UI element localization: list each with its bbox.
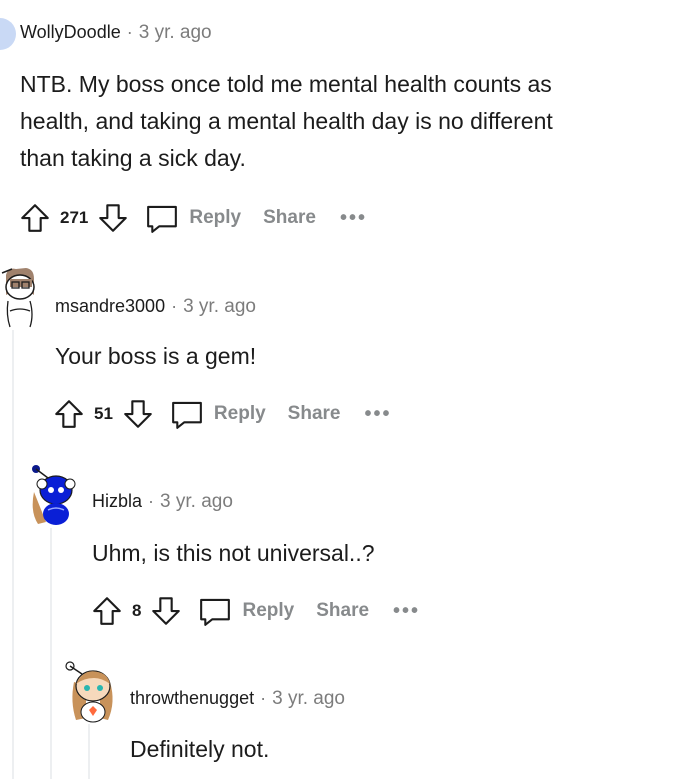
reply-button[interactable]: Reply (169, 397, 266, 431)
upvote-icon[interactable] (18, 201, 52, 235)
reply-label: Reply (242, 600, 295, 621)
timestamp[interactable]: 3 yr. ago (183, 296, 256, 318)
reply-button[interactable]: Reply (197, 594, 294, 628)
upvote-icon[interactable] (52, 397, 86, 431)
avatar[interactable] (0, 265, 44, 331)
reply-button[interactable]: Reply (144, 201, 241, 235)
comment-meta: WollyDoodle · 3 yr. ago (20, 22, 212, 44)
snoo-avatar-icon (65, 661, 113, 723)
thread-line[interactable] (88, 724, 90, 779)
comment-body-line: than taking a sick day. (20, 145, 246, 171)
upvote-icon[interactable] (90, 594, 124, 628)
vote-score: 271 (60, 208, 89, 227)
vote-score: 51 (94, 404, 113, 423)
reply-label: Reply (213, 403, 266, 424)
comment-body: NTB. My boss once told me mental health … (20, 66, 690, 177)
snoo-avatar-icon (1, 268, 35, 328)
separator: · (148, 491, 155, 511)
separator: · (171, 296, 178, 316)
comment-body: Your boss is a gem! (55, 343, 257, 369)
comment-bubble-icon (200, 598, 231, 626)
comment-body: Uhm, is this not universal..? (92, 540, 375, 566)
avatar[interactable] (0, 18, 16, 50)
timestamp[interactable]: 3 yr. ago (139, 22, 212, 44)
author-name[interactable]: throwthenugget (130, 688, 254, 709)
share-button[interactable]: Share (263, 207, 316, 229)
comment-meta: throwthenugget · 3 yr. ago (130, 688, 345, 710)
comment-bubble-icon (172, 401, 202, 429)
author-name[interactable]: WollyDoodle (20, 22, 121, 43)
more-options-button[interactable]: ••• (364, 403, 391, 426)
reply-label: Reply (189, 207, 242, 228)
more-options-button[interactable]: ••• (340, 207, 367, 230)
comment-body-line: NTB. My boss once told me mental health … (20, 71, 552, 97)
downvote-icon[interactable] (149, 594, 183, 628)
avatar[interactable] (64, 656, 120, 724)
comment-body-line: health, and taking a mental health day i… (20, 108, 553, 134)
share-button[interactable]: Share (316, 600, 369, 622)
comment-bubble-icon (147, 205, 178, 233)
avatar[interactable] (26, 462, 80, 528)
comment-actions: 51 Reply Share ••• (52, 394, 392, 434)
comment-meta: Hizbla · 3 yr. ago (92, 491, 233, 513)
snoo-avatar-icon (32, 465, 76, 525)
timestamp[interactable]: 3 yr. ago (272, 688, 345, 710)
separator: · (126, 22, 133, 42)
more-options-button[interactable]: ••• (393, 600, 420, 623)
thread-line[interactable] (12, 330, 14, 779)
timestamp[interactable]: 3 yr. ago (160, 491, 233, 513)
comment-actions: 8 Reply Share ••• (90, 591, 420, 631)
downvote-icon[interactable] (96, 201, 130, 235)
author-name[interactable]: Hizbla (92, 491, 142, 512)
separator: · (260, 688, 267, 708)
comment-meta: msandre3000 · 3 yr. ago (55, 296, 256, 318)
vote-score: 8 (132, 601, 142, 620)
thread-line[interactable] (50, 528, 52, 779)
downvote-icon[interactable] (121, 397, 155, 431)
share-button[interactable]: Share (288, 403, 341, 425)
author-name[interactable]: msandre3000 (55, 296, 165, 317)
comment-body: Definitely not. (130, 736, 270, 762)
comment-actions: 271 Reply Share ••• (18, 198, 367, 238)
